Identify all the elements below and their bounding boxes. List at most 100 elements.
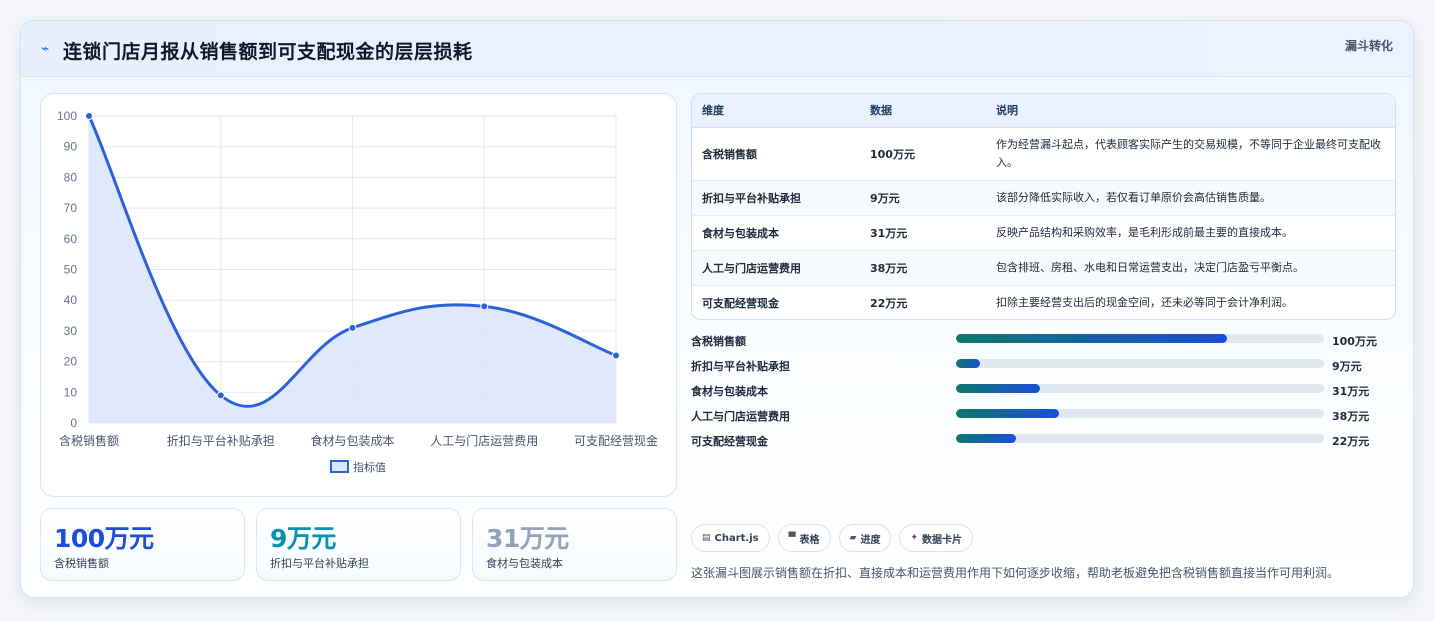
data-table-panel: 维度 数据 说明 含税销售额 100万元 作为经营漏斗起点，代表顾客实际产生的交…: [691, 93, 1396, 320]
column-header: 数据: [860, 94, 986, 128]
stat-label: 含税销售额: [54, 557, 109, 570]
page-title: 连锁门店月报从销售额到可支配现金的层层损耗: [63, 41, 473, 63]
table-row: 食材与包装成本 31万元 反映产品结构和采购效率，是毛利形成前最主要的直接成本。: [692, 215, 1395, 251]
y-tick-label: 70: [64, 201, 78, 215]
table-cell: 该部分降低实际收入，若仅看订单原价会高估销售质量。: [986, 180, 1395, 216]
table-cell: 含税销售额: [692, 127, 860, 181]
table-cell: 38万元: [860, 250, 986, 286]
progress-track: [956, 334, 1324, 343]
table-cell: 反映产品结构和采购效率，是毛利形成前最主要的直接成本。: [986, 215, 1395, 251]
progress-track: [956, 434, 1324, 443]
y-tick-label: 10: [64, 385, 78, 399]
progress-bar-list: 含税销售额 100万元 折扣与平台补贴承担 9万元 食材与包装成本 31万元 人…: [691, 329, 1396, 454]
badge-datacard[interactable]: ✦ 数据卡片: [899, 524, 974, 552]
table-row: 人工与门店运营费用 38万元 包含排班、房租、水电和日常运营支出，决定门店盈亏平…: [692, 250, 1395, 286]
progress-label: 可支配经营现金: [691, 435, 768, 448]
badge-label: Chart.js: [714, 532, 759, 544]
x-tick-label: 食材与包装成本: [310, 433, 394, 448]
y-tick-label: 60: [64, 232, 78, 246]
progress-fill: [956, 384, 1040, 393]
progress-value: 9万元: [1332, 360, 1362, 373]
sparkle-icon: ✦: [910, 533, 919, 543]
stat-card-sales: 100万元 含税销售额: [40, 508, 245, 581]
stat-label: 食材与包装成本: [486, 557, 563, 570]
table-row: 含税销售额 100万元 作为经营漏斗起点，代表顾客实际产生的交易规模，不等同于企…: [692, 127, 1395, 181]
progress-row: 可支配经营现金 22万元: [691, 429, 1396, 454]
progress-value: 31万元: [1332, 385, 1370, 398]
table-header-row: 维度 数据 说明: [692, 94, 1395, 128]
table-cell: 31万元: [860, 215, 986, 251]
legend-swatch: [330, 460, 349, 473]
data-table: 维度 数据 说明 含税销售额 100万元 作为经营漏斗起点，代表顾客实际产生的交…: [692, 94, 1395, 319]
chart-icon: ▤: [702, 533, 711, 543]
badge-progress[interactable]: ▰ 进度: [838, 524, 892, 552]
x-tick-label: 人工与门店运营费用: [430, 433, 538, 448]
badge-table[interactable]: ▀ 表格: [777, 524, 831, 552]
progress-track: [956, 359, 1324, 368]
x-tick-label: 可支配经营现金: [574, 433, 658, 448]
progress-label: 食材与包装成本: [691, 385, 768, 398]
table-cell: 22万元: [870, 296, 908, 310]
data-point: [480, 302, 489, 311]
progress-label: 折扣与平台补贴承担: [691, 360, 790, 373]
badge-chartjs[interactable]: ▤ Chart.js: [691, 524, 770, 552]
y-tick-label: 40: [64, 293, 78, 307]
chart-line-icon: ⌁: [41, 41, 50, 57]
line-chart-panel: 0 10 20 30 40 50 60 70 80 90 100 含税销售额 折扣与平台补贴承担 食材与包…: [40, 93, 677, 497]
table-icon: ▀: [788, 533, 796, 543]
table-cell: 扣除主要经营支出后的现金空间，还未必等同于会计净利润。: [996, 295, 1293, 309]
table-cell: 作为经营漏斗起点，代表顾客实际产生的交易规模，不等同于企业最终可支配收入。: [986, 127, 1395, 181]
y-tick-label: 100: [57, 109, 77, 123]
progress-row: 折扣与平台补贴承担 9万元: [691, 354, 1396, 379]
y-tick-label: 80: [64, 170, 78, 184]
progress-track: [956, 384, 1324, 393]
stat-value: 31万元: [486, 524, 569, 553]
data-point: [85, 112, 93, 120]
column-header: 维度: [692, 94, 860, 128]
data-point: [348, 323, 357, 332]
x-tick-label: 含税销售额: [59, 433, 119, 448]
stat-card-discount: 9万元 折扣与平台补贴承担: [256, 508, 461, 581]
y-tick-label: 20: [64, 355, 78, 369]
column-header: 说明: [986, 94, 1395, 128]
progress-row: 食材与包装成本 31万元: [691, 379, 1396, 404]
badge-label: 表格: [799, 534, 820, 546]
progress-fill: [956, 409, 1059, 418]
progress-value: 100万元: [1332, 335, 1377, 348]
table-cell: 可支配经营现金: [702, 296, 779, 310]
category-tag: 漏斗转化: [1344, 39, 1393, 53]
chart-description: 这张漏斗图展示销售额在折扣、直接成本和运营费用作用下如何逐步收缩，帮助老板避免把…: [691, 566, 1340, 580]
table-cell: 包含排班、房租、水电和日常运营支出，决定门店盈亏平衡点。: [986, 250, 1395, 286]
table-cell: 食材与包装成本: [692, 215, 860, 251]
legend-label: 指标值: [353, 460, 386, 474]
y-tick-label: 30: [64, 324, 78, 338]
progress-row: 人工与门店运营费用 38万元: [691, 404, 1396, 429]
stat-card-materials: 31万元 食材与包装成本: [472, 508, 677, 581]
progress-track: [956, 409, 1324, 418]
y-tick-label: 90: [64, 140, 78, 154]
badge-label: 进度: [860, 534, 881, 546]
stat-label: 折扣与平台补贴承担: [270, 557, 369, 570]
data-point: [612, 351, 620, 360]
stat-value: 100万元: [54, 524, 154, 553]
data-point: [216, 391, 225, 400]
report-card: ⌁ 连锁门店月报从销售额到可支配现金的层层损耗 漏斗转化 0 10 20 30 40 50…: [20, 20, 1414, 598]
stat-value: 9万元: [270, 524, 336, 553]
progress-value: 38万元: [1332, 410, 1370, 423]
y-tick-label: 50: [64, 263, 78, 277]
progress-fill: [956, 334, 1227, 343]
card-header: ⌁ 连锁门店月报从销售额到可支配现金的层层损耗 漏斗转化: [21, 21, 1413, 77]
table-cell: 100万元: [860, 127, 986, 181]
line-chart: 0 10 20 30 40 50 60 70 80 90 100 含税销售额 折扣与平台补贴承担 食材与包…: [57, 109, 658, 474]
x-tick-label: 折扣与平台补贴承担: [167, 433, 275, 448]
progress-label: 人工与门店运营费用: [691, 410, 790, 423]
progress-row: 含税销售额 100万元: [691, 329, 1396, 354]
y-tick-label: 0: [70, 416, 77, 430]
progress-label: 含税销售额: [691, 335, 746, 348]
badge-label: 数据卡片: [922, 534, 963, 546]
table-cell: 折扣与平台补贴承担: [692, 180, 860, 216]
progress-fill: [956, 434, 1016, 443]
table-row: 可支配经营现金 22万元 扣除主要经营支出后的现金空间，还未必等同于会计净利润。: [692, 285, 1395, 319]
tech-badges: ▤ Chart.js ▀ 表格 ▰ 进度 ✦ 数据卡片: [691, 524, 974, 552]
progress-icon: ▰: [849, 533, 857, 543]
